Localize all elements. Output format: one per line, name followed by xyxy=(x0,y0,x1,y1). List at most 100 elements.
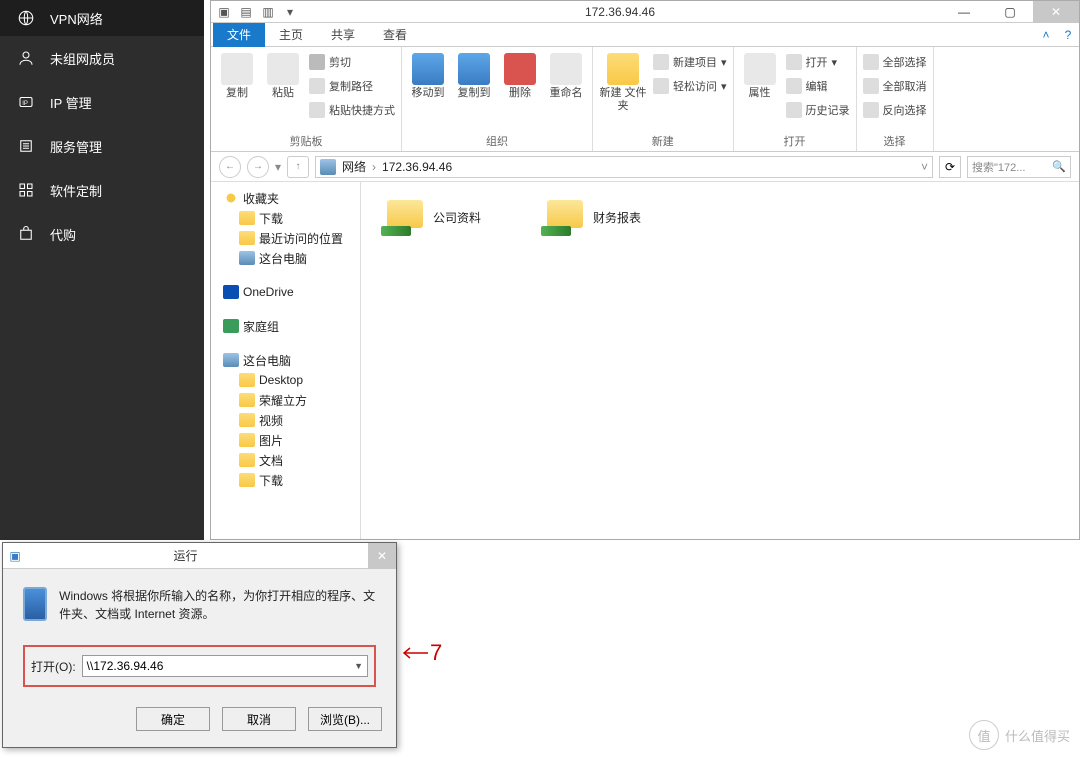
minimize-button[interactable]: — xyxy=(941,1,987,23)
moveto-button[interactable]: 移动到 xyxy=(408,51,448,131)
run-title: 运行 xyxy=(27,547,368,564)
chevron-up-icon[interactable]: ˄ xyxy=(1035,28,1057,42)
close-button[interactable]: ✕ xyxy=(1033,1,1079,23)
sidebar-item-ip[interactable]: IP IP 管理 xyxy=(0,80,204,124)
maximize-button[interactable]: ▢ xyxy=(987,1,1033,23)
annotation-7: 7 xyxy=(400,640,442,666)
rename-button[interactable]: 重命名 xyxy=(546,51,586,131)
back-button[interactable]: ← xyxy=(219,156,241,178)
dropdown-icon[interactable]: ▼ xyxy=(354,661,363,671)
user-icon xyxy=(16,48,36,68)
scissors-icon xyxy=(309,54,325,70)
addr-dropdown-icon[interactable]: ˅ xyxy=(921,160,928,174)
selectnone-button[interactable]: 全部取消 xyxy=(863,75,927,97)
paste-button[interactable]: 粘贴 xyxy=(263,51,303,131)
shared-folder[interactable]: 公司资料 xyxy=(381,198,481,236)
tree-favorites[interactable]: 收藏夹 xyxy=(211,188,360,208)
folder-icon xyxy=(239,433,255,447)
folder-icon xyxy=(239,393,255,407)
cancel-button[interactable]: 取消 xyxy=(222,707,296,731)
open-button[interactable]: 打开 ▾ xyxy=(786,51,850,73)
tab-file[interactable]: 文件 xyxy=(213,23,265,47)
tree-pictures[interactable]: 图片 xyxy=(211,430,360,450)
tree-videos[interactable]: 视频 xyxy=(211,410,360,430)
apps-icon xyxy=(16,180,36,200)
qat-network-icon[interactable]: ▣ xyxy=(215,3,233,21)
sidebar-item-vpn[interactable]: VPN网络 xyxy=(0,0,204,36)
properties-button[interactable]: 属性 xyxy=(740,51,780,131)
tree-thispc[interactable]: 这台电脑 xyxy=(211,350,360,370)
run-close-button[interactable]: ✕ xyxy=(368,543,396,569)
tab-share[interactable]: 共享 xyxy=(317,23,369,47)
help-icon[interactable]: ? xyxy=(1057,28,1079,42)
tree-recent[interactable]: 最近访问的位置 xyxy=(211,228,360,248)
run-dialog: ▣ 运行 ✕ Windows 将根据你所输入的名称，为你打开相应的程序、文件夹、… xyxy=(2,542,397,748)
newitem-button[interactable]: 新建项目 ▾ xyxy=(653,51,727,73)
tree-desktop[interactable]: Desktop xyxy=(211,370,360,390)
tree-documents[interactable]: 文档 xyxy=(211,450,360,470)
tree-onedrive[interactable]: OneDrive xyxy=(211,282,360,302)
address-bar[interactable]: 网络 › 172.36.94.46 ˅ xyxy=(315,156,933,178)
folder-icon xyxy=(239,231,255,245)
sidebar-item-members[interactable]: 未组网成员 xyxy=(0,36,204,80)
easyaccess-button[interactable]: 轻松访问 ▾ xyxy=(653,75,727,97)
sidebar-item-apps[interactable]: 软件定制 xyxy=(0,168,204,212)
cart-icon xyxy=(16,224,36,244)
sidebar-label: 未组网成员 xyxy=(50,49,115,68)
tab-view[interactable]: 查看 xyxy=(369,23,421,47)
file-pane[interactable]: 公司资料 财务报表 xyxy=(361,182,1079,539)
invertsel-button[interactable]: 反向选择 xyxy=(863,99,927,121)
copyto-button[interactable]: 复制到 xyxy=(454,51,494,131)
browse-button[interactable]: 浏览(B)... xyxy=(308,707,382,731)
open-icon xyxy=(786,54,802,70)
sidebar-item-cart[interactable]: 代购 xyxy=(0,212,204,256)
newfolder-button[interactable]: 新建 文件夹 xyxy=(599,51,647,131)
copypath-button[interactable]: 复制路径 xyxy=(309,75,395,97)
copy-button[interactable]: 复制 xyxy=(217,51,257,131)
run-logo-icon xyxy=(23,587,47,621)
history-dropdown[interactable]: ▾ xyxy=(275,160,281,174)
shared-folder[interactable]: 财务报表 xyxy=(541,198,641,236)
ribbon-tabs: 文件 主页 共享 查看 ˄ ? xyxy=(211,23,1079,47)
tab-home[interactable]: 主页 xyxy=(265,23,317,47)
qat-properties-icon[interactable]: ▤ xyxy=(237,3,255,21)
qat-dropdown-icon[interactable]: ▾ xyxy=(281,3,299,21)
tree-homegroup[interactable]: 家庭组 xyxy=(211,316,360,336)
up-button[interactable]: ↑ xyxy=(287,156,309,178)
run-open-label: 打开(O): xyxy=(31,658,76,675)
qat-newfolder-icon[interactable]: ▥ xyxy=(259,3,277,21)
search-input[interactable]: 搜索"172... 🔍 xyxy=(967,156,1071,178)
service-icon xyxy=(16,136,36,156)
tree-downloads[interactable]: 下载 xyxy=(211,208,360,228)
refresh-button[interactable]: ⟳ xyxy=(939,156,961,178)
pc-icon xyxy=(239,251,255,265)
easyaccess-icon xyxy=(653,78,669,94)
pasteshortcut-button[interactable]: 粘贴快捷方式 xyxy=(309,99,395,121)
selectall-button[interactable]: 全部选择 xyxy=(863,51,927,73)
tree-downloads2[interactable]: 下载 xyxy=(211,470,360,490)
search-placeholder: 搜索"172... xyxy=(972,159,1025,175)
watermark-badge: 值 xyxy=(969,720,999,750)
vpn-icon xyxy=(16,8,36,28)
folder-icon xyxy=(239,373,255,387)
cut-button[interactable]: 剪切 xyxy=(309,51,395,73)
tree-thispc-fav[interactable]: 这台电脑 xyxy=(211,248,360,268)
tree-honor[interactable]: 荣耀立方 xyxy=(211,390,360,410)
forward-button[interactable]: → xyxy=(247,156,269,178)
delete-button[interactable]: 删除 xyxy=(500,51,540,131)
edit-icon xyxy=(786,78,802,94)
sidebar-item-service[interactable]: 服务管理 xyxy=(0,124,204,168)
ok-button[interactable]: 确定 xyxy=(136,707,210,731)
folder-icon xyxy=(239,453,255,467)
breadcrumb-target[interactable]: 172.36.94.46 xyxy=(382,160,452,174)
run-input[interactable]: \\172.36.94.46 ▼ xyxy=(82,655,368,677)
breadcrumb-network[interactable]: 网络 xyxy=(342,158,366,175)
edit-button[interactable]: 编辑 xyxy=(786,75,850,97)
sidebar-label: 代购 xyxy=(50,225,76,244)
search-icon: 🔍 xyxy=(1052,160,1066,173)
run-input-value: \\172.36.94.46 xyxy=(87,659,164,673)
star-icon xyxy=(223,191,239,205)
shared-folder-icon xyxy=(381,198,423,236)
navigation-tree: 收藏夹 下载 最近访问的位置 这台电脑 OneDrive 家庭组 这台电脑 De… xyxy=(211,182,361,539)
history-button[interactable]: 历史记录 xyxy=(786,99,850,121)
